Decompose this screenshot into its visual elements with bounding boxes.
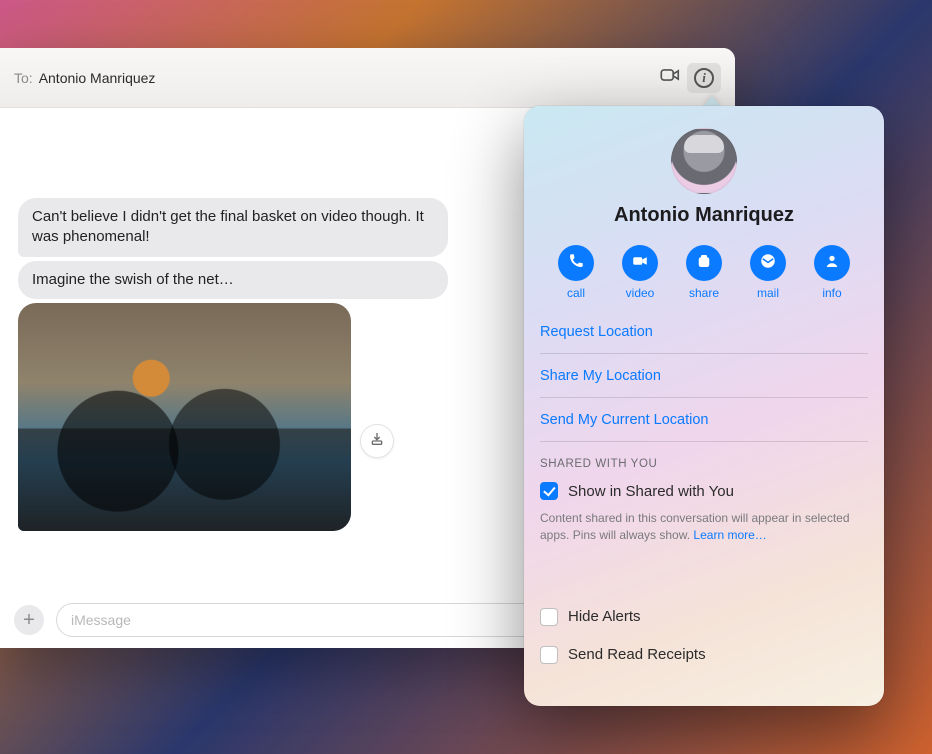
info-label: info [822,286,841,300]
call-label: call [567,286,585,300]
info-icon: i [694,68,714,88]
video-icon [659,64,681,91]
video-icon [631,252,649,275]
image-message[interactable] [18,303,351,531]
details-popover: Antonio Manriquez call video share [524,106,884,706]
show-shared-checkbox[interactable] [540,482,558,500]
tapback-save-button[interactable] [360,424,394,458]
quick-actions: call video share mail [524,245,884,306]
mail-icon [759,252,777,275]
read-receipts-row[interactable]: Send Read Receipts [540,636,868,664]
shared-with-you-header: SHARED WITH YOU [540,442,868,478]
send-current-location-link[interactable]: Send My Current Location [540,398,868,442]
hide-alerts-label: Hide Alerts [568,608,641,625]
share-my-location-link[interactable]: Share My Location [540,354,868,398]
read-receipts-checkbox[interactable] [540,646,558,664]
incoming-bubble[interactable]: Imagine the swish of the net… [18,261,448,299]
phone-icon [567,252,585,275]
info-action[interactable]: info [804,245,860,300]
share-action[interactable]: share [676,245,732,300]
incoming-bubble[interactable]: Can't believe I didn't get the final bas… [18,198,448,257]
facetime-button[interactable] [653,63,687,93]
request-location-link[interactable]: Request Location [540,310,868,354]
mail-label: mail [757,286,779,300]
call-action[interactable]: call [548,245,604,300]
to-recipient[interactable]: Antonio Manriquez [39,70,156,86]
contact-name: Antonio Manriquez [524,204,884,227]
hide-alerts-row[interactable]: Hide Alerts [540,598,868,636]
shared-help-text: Content shared in this conversation will… [540,510,868,558]
person-icon [823,252,841,275]
to-label: To: [14,70,33,86]
share-icon [695,252,713,275]
learn-more-link[interactable]: Learn more… [693,528,766,542]
show-shared-label: Show in Shared with You [568,483,734,500]
share-label: share [689,286,719,300]
titlebar: To: Antonio Manriquez i [0,48,735,108]
mail-action[interactable]: mail [740,245,796,300]
show-shared-row[interactable]: Show in Shared with You [540,478,868,510]
video-label: video [626,286,655,300]
location-links: Request Location Share My Location Send … [524,306,884,664]
details-button[interactable]: i [687,63,721,93]
video-action[interactable]: video [612,245,668,300]
plus-icon: + [23,610,35,630]
hide-alerts-checkbox[interactable] [540,608,558,626]
download-icon [369,431,385,452]
read-receipts-label: Send Read Receipts [568,646,706,663]
apps-button[interactable]: + [14,605,44,635]
contact-avatar[interactable] [671,128,737,194]
